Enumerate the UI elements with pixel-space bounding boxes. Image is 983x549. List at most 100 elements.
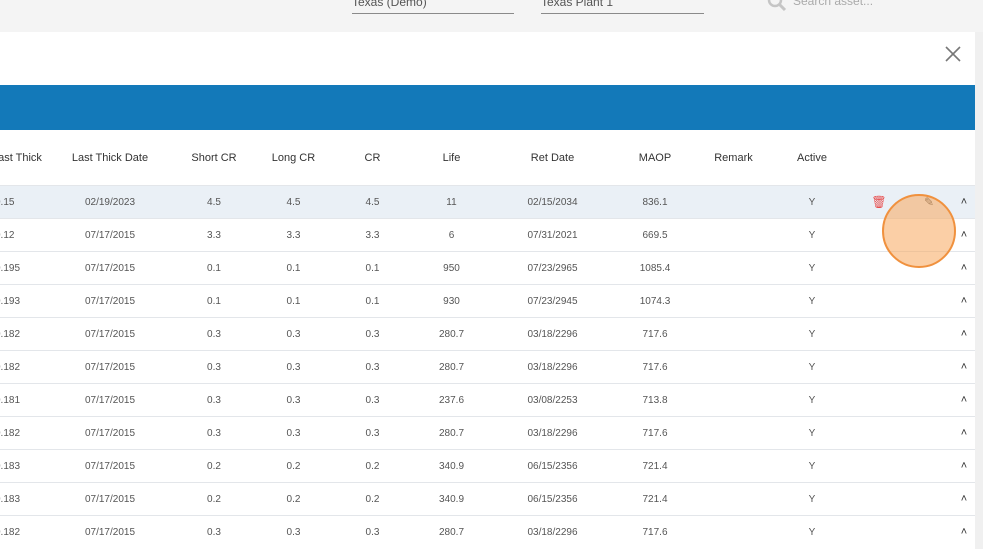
action-cell <box>853 515 905 548</box>
chevron-up-icon[interactable]: ˄ <box>961 460 967 472</box>
col-active[interactable]: Active <box>771 130 853 186</box>
pencil-icon[interactable]: ✎ <box>924 195 934 209</box>
table-cell: 0.183 <box>0 449 46 483</box>
table-cell: 0.3 <box>333 317 412 351</box>
table-cell: 930 <box>412 284 491 318</box>
expand-cell: ˄ <box>953 515 975 548</box>
table-cell: 07/17/2015 <box>46 482 174 516</box>
table-cell: Y <box>771 350 853 384</box>
table-cell: 0.182 <box>0 350 46 384</box>
table-cell: 07/17/2015 <box>46 449 174 483</box>
chevron-up-icon[interactable]: ˄ <box>961 526 967 538</box>
table-cell: Y <box>771 251 853 285</box>
table-cell <box>696 449 771 483</box>
table-cell: 0.182 <box>0 317 46 351</box>
panel-header-bar <box>0 85 975 130</box>
chevron-up-icon[interactable]: ˄ <box>961 328 967 340</box>
table-cell: 02/15/2034 <box>491 185 614 219</box>
table-cell: 0.3 <box>254 416 333 450</box>
table-cell: 4.5 <box>174 185 254 219</box>
table-row[interactable]: 0.18207/17/20150.30.30.3280.703/18/22967… <box>0 317 975 351</box>
chevron-up-icon[interactable]: ˄ <box>961 295 967 307</box>
col-actions-1 <box>853 130 905 186</box>
table-cell: 280.7 <box>412 350 491 384</box>
chevron-up-icon[interactable]: ˄ <box>961 229 967 241</box>
table-cell <box>696 317 771 351</box>
table-cell: 0.3 <box>174 383 254 417</box>
table-cell <box>696 482 771 516</box>
table-cell: 07/17/2015 <box>46 416 174 450</box>
table-row[interactable]: 0.1502/19/20234.54.54.51102/15/2034836.1… <box>0 185 975 219</box>
table-row[interactable]: 0.18307/17/20150.20.20.2340.906/15/23567… <box>0 449 975 483</box>
expand-cell: ˄ <box>953 482 975 516</box>
table-cell: 0.15 <box>0 185 46 219</box>
table-cell <box>696 350 771 384</box>
table-row[interactable]: 0.18107/17/20150.30.30.3237.603/08/22537… <box>0 383 975 417</box>
table-cell: 4.5 <box>254 185 333 219</box>
table-cell: Y <box>771 284 853 318</box>
action-cell <box>853 383 905 417</box>
table-row[interactable]: 0.18207/17/20150.30.30.3280.703/18/22967… <box>0 350 975 384</box>
table-row[interactable]: 0.18307/17/20150.20.20.2340.906/15/23567… <box>0 482 975 516</box>
col-short-cr[interactable]: Short CR <box>174 130 254 186</box>
table-cell: 0.2 <box>174 449 254 483</box>
col-cr[interactable]: CR <box>333 130 412 186</box>
action-cell <box>853 416 905 450</box>
search-input[interactable] <box>793 0 943 8</box>
expand-cell: ˄ <box>953 218 975 252</box>
col-last-thick[interactable]: Last Thick <box>0 130 46 186</box>
table-cell: 0.1 <box>174 251 254 285</box>
col-ret-date[interactable]: Ret Date <box>491 130 614 186</box>
table-cell: 07/31/2021 <box>491 218 614 252</box>
plant-select[interactable]: Texas Plant 1 <box>541 0 704 14</box>
chevron-up-icon[interactable]: ˄ <box>961 493 967 505</box>
close-icon[interactable] <box>943 44 963 64</box>
table-row[interactable]: 0.18207/17/20150.30.30.3280.703/18/22967… <box>0 515 975 548</box>
action-cell <box>853 449 905 483</box>
search-box[interactable] <box>767 0 947 12</box>
table-cell: 03/18/2296 <box>491 350 614 384</box>
table-cell: 0.182 <box>0 515 46 548</box>
table-row[interactable]: 0.19307/17/20150.10.10.193007/23/2945107… <box>0 284 975 318</box>
chevron-up-icon[interactable]: ˄ <box>961 262 967 274</box>
table-row[interactable]: 0.1207/17/20153.33.33.3607/31/2021669.5Y… <box>0 218 975 252</box>
action-cell <box>905 449 953 483</box>
table-row[interactable]: 0.19507/17/20150.10.10.195007/23/2965108… <box>0 251 975 285</box>
table-cell: 0.2 <box>333 449 412 483</box>
action-cell <box>905 251 953 285</box>
col-maop[interactable]: MAOP <box>614 130 696 186</box>
table-cell: 1074.3 <box>614 284 696 318</box>
table-cell: 03/18/2296 <box>491 416 614 450</box>
table-cell: Y <box>771 482 853 516</box>
table-cell: 340.9 <box>412 449 491 483</box>
chevron-up-icon[interactable]: ˄ <box>961 196 967 208</box>
expand-cell: ˄ <box>953 383 975 417</box>
col-life[interactable]: Life <box>412 130 491 186</box>
table-cell: 0.3 <box>333 383 412 417</box>
table-cell: 06/15/2356 <box>491 449 614 483</box>
expand-cell: ˄ <box>953 350 975 384</box>
table-cell: 669.5 <box>614 218 696 252</box>
table-cell: 03/18/2296 <box>491 515 614 548</box>
table-cell: 721.4 <box>614 482 696 516</box>
action-cell <box>905 482 953 516</box>
table-cell: Y <box>771 515 853 548</box>
chevron-up-icon[interactable]: ˄ <box>961 394 967 406</box>
trash-icon[interactable]: 🗑 <box>871 195 886 209</box>
table-cell: 721.4 <box>614 449 696 483</box>
chevron-up-icon[interactable]: ˄ <box>961 427 967 439</box>
col-last-thick-date[interactable]: Last Thick Date <box>46 130 174 186</box>
table-cell: 03/08/2253 <box>491 383 614 417</box>
table-cell: 07/17/2015 <box>46 515 174 548</box>
table-cell: 0.3 <box>333 350 412 384</box>
table-cell: 0.3 <box>254 383 333 417</box>
table-row[interactable]: 0.18207/17/20150.30.30.3280.703/18/22967… <box>0 416 975 450</box>
table-cell: 0.1 <box>174 284 254 318</box>
col-remark[interactable]: Remark <box>696 130 771 186</box>
action-cell <box>905 515 953 548</box>
region-select[interactable]: Texas (Demo) <box>352 0 514 14</box>
chevron-up-icon[interactable]: ˄ <box>961 361 967 373</box>
col-long-cr[interactable]: Long CR <box>254 130 333 186</box>
expand-cell: ˄ <box>953 449 975 483</box>
table-cell: 717.6 <box>614 317 696 351</box>
